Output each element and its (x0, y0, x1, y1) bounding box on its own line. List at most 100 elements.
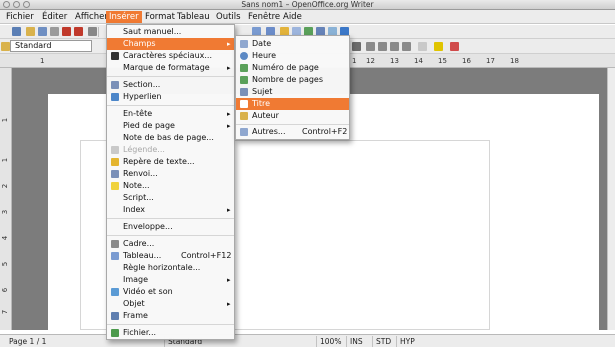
cut-icon[interactable] (88, 27, 97, 36)
submenu-arrow-icon: ▸ (227, 64, 231, 72)
submenu-item-date[interactable]: Date (236, 38, 349, 50)
menu-item-enveloppe[interactable]: Enveloppe... (107, 221, 234, 233)
date-icon (240, 40, 248, 48)
menu-item-fichier[interactable]: Fichier... (107, 327, 234, 339)
page-count-icon (240, 76, 248, 84)
submenu-item-autres[interactable]: Autres... Control+F2 (236, 126, 349, 138)
window-title-bar: Sans nom1 – OpenOffice.org Writer (0, 0, 615, 10)
menu-item-note[interactable]: Note... (107, 180, 234, 192)
decrease-indent-icon[interactable] (390, 42, 399, 51)
bookmark-icon (111, 158, 119, 166)
ruler-mark: 14 (414, 57, 423, 65)
video-icon (111, 288, 119, 296)
ruler-mark: 12 (366, 57, 375, 65)
insert-menu: Saut manuel... Champs ▸ Caractères spécia… (106, 24, 235, 340)
paragraph-style-select[interactable]: Standard (10, 40, 92, 52)
open-folder-icon[interactable] (26, 27, 35, 36)
ruler-mark: 1 (40, 57, 45, 65)
menu-item-objet[interactable]: Objet ▸ (107, 298, 234, 310)
ruler-mark: 2 (1, 183, 10, 189)
border-icon[interactable] (418, 42, 427, 51)
ruler-mark: 16 (462, 57, 471, 65)
menu-item-image[interactable]: Image ▸ (107, 274, 234, 286)
menu-item-section[interactable]: Section... (107, 79, 234, 91)
ruler-mark: 15 (438, 57, 447, 65)
minimize-window-button[interactable] (13, 1, 20, 8)
menu-item-frame[interactable]: Frame (107, 310, 234, 322)
vertical-scrollbar[interactable] (607, 68, 615, 330)
submenu-arrow-icon: ▸ (227, 300, 231, 308)
fields-submenu: Date Heure Numéro de page Nombre de page… (235, 35, 350, 140)
submenu-arrow-icon: ▸ (227, 276, 231, 284)
menu-item-champs[interactable]: Champs ▸ (107, 38, 234, 50)
status-hyperlink-mode[interactable]: HYP (396, 336, 418, 347)
insert-file-icon (111, 329, 119, 337)
other-fields-icon (240, 128, 248, 136)
menu-item-repere-texte[interactable]: Repère de texte... (107, 156, 234, 168)
menu-item-caracteres-speciaux[interactable]: Caractères spéciaux... (107, 50, 234, 62)
ruler-mark: 3 (1, 209, 10, 215)
submenu-item-nombre-pages[interactable]: Nombre de pages (236, 74, 349, 86)
status-zoom[interactable]: 100% (316, 336, 344, 347)
menu-item-regle-horizontale[interactable]: Règle horizontale... (107, 262, 234, 274)
menu-fenetre[interactable]: Fenêtre (245, 11, 283, 23)
increase-indent-icon[interactable] (402, 42, 411, 51)
menu-item-pied-de-page[interactable]: Pied de page ▸ (107, 120, 234, 132)
save-icon[interactable] (38, 27, 47, 36)
menu-editer[interactable]: Éditer (39, 11, 70, 23)
ruler-mark: 4 (1, 235, 10, 241)
justify-icon[interactable] (352, 42, 361, 51)
close-window-button[interactable] (3, 1, 10, 8)
submenu-arrow-icon: ▸ (227, 40, 231, 48)
submenu-item-titre[interactable]: Titre (236, 98, 349, 110)
menu-item-index[interactable]: Index ▸ (107, 204, 234, 216)
formatting-buttons (352, 41, 542, 52)
email-icon[interactable] (50, 27, 59, 36)
zoom-window-button[interactable] (23, 1, 30, 8)
ruler-mark: 17 (486, 57, 495, 65)
floating-frame-icon (111, 312, 119, 320)
menu-fichier[interactable]: Fichier (3, 11, 37, 23)
menu-item-script[interactable]: Script... (107, 192, 234, 204)
menu-tableau[interactable]: Tableau (174, 11, 213, 23)
pdf-icon[interactable] (62, 27, 71, 36)
bullets-icon[interactable] (378, 42, 387, 51)
submenu-item-heure[interactable]: Heure (236, 50, 349, 62)
menu-format[interactable]: Format (142, 11, 178, 23)
submenu-arrow-icon: ▸ (227, 206, 231, 214)
submenu-item-auteur[interactable]: Auteur (236, 110, 349, 122)
vertical-ruler[interactable]: 1 1 2 3 4 5 6 7 (0, 68, 12, 330)
menu-outils[interactable]: Outils (213, 11, 244, 23)
status-page: Page 1 / 1 (9, 337, 47, 346)
font-color-icon[interactable] (450, 42, 459, 51)
menu-item-cadre[interactable]: Cadre... (107, 238, 234, 250)
menu-inserer[interactable]: Insérer (106, 11, 142, 23)
ruler-mark: 1 (1, 157, 10, 163)
title-icon (240, 100, 248, 108)
section-icon (111, 81, 119, 89)
menu-afficher[interactable]: Afficher (72, 11, 111, 23)
menu-item-tableau[interactable]: Tableau... Control+F12 (107, 250, 234, 262)
menu-aide[interactable]: Aide (280, 11, 305, 23)
note-icon (111, 182, 119, 190)
highlight-icon[interactable] (434, 42, 443, 51)
frame-icon (111, 240, 119, 248)
menu-item-hyperlien[interactable]: Hyperlien (107, 91, 234, 103)
submenu-item-sujet[interactable]: Sujet (236, 86, 349, 98)
menu-item-marque-formatage[interactable]: Marque de formatage ▸ (107, 62, 234, 74)
menu-item-en-tete[interactable]: En-tête ▸ (107, 108, 234, 120)
new-document-icon[interactable] (12, 27, 21, 36)
styles-icon[interactable] (1, 42, 10, 51)
menu-item-saut-manuel[interactable]: Saut manuel... (107, 26, 234, 38)
menu-item-video-son[interactable]: Vidéo et son (107, 286, 234, 298)
numbering-icon[interactable] (366, 42, 375, 51)
subject-icon (240, 88, 248, 96)
menu-item-renvoi[interactable]: Renvoi... (107, 168, 234, 180)
status-insert-mode[interactable]: INS (346, 336, 366, 347)
status-selection-mode[interactable]: STD (372, 336, 394, 347)
submenu-item-numero-page[interactable]: Numéro de page (236, 62, 349, 74)
menu-item-note-bas-de-page[interactable]: Note de bas de page... (107, 132, 234, 144)
clock-icon (240, 52, 248, 60)
spellcheck-icon[interactable] (74, 27, 83, 36)
submenu-arrow-icon: ▸ (227, 122, 231, 130)
